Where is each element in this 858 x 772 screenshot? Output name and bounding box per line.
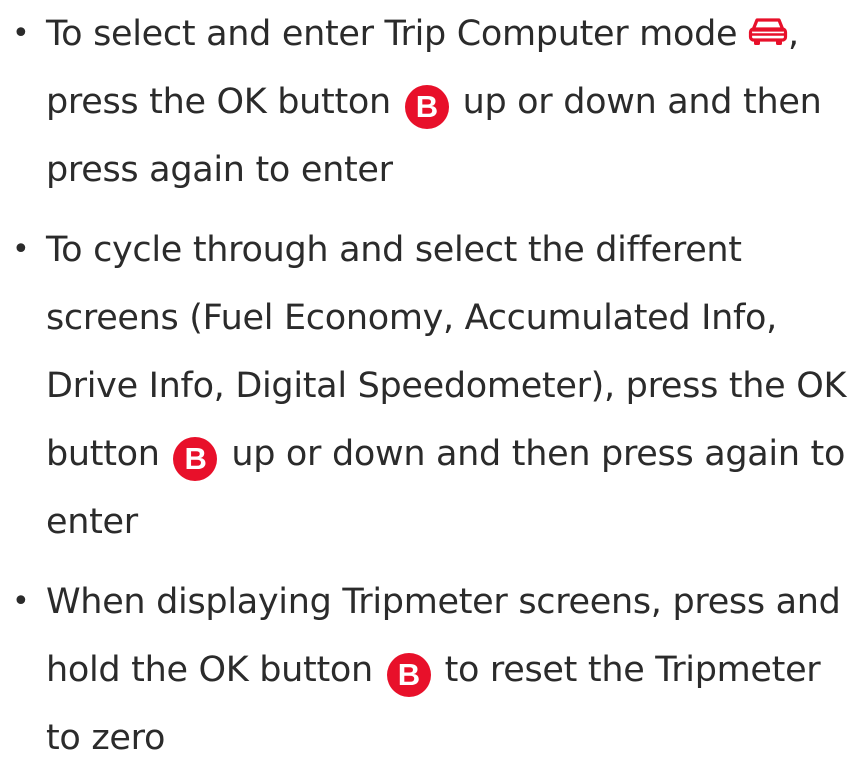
ok-button-b-icon: B [386, 653, 431, 697]
instruction-trip-computer-mode: • To select and enter Trip Computer mode… [0, 0, 858, 204]
bullet: • [12, 584, 30, 619]
instruction-list: • To select and enter Trip Computer mode… [0, 0, 858, 772]
instruction-reset-tripmeter: • When displaying Tripmeter screens, pre… [0, 568, 858, 772]
ok-button-b-icon: B [173, 437, 218, 481]
car-icon [748, 16, 788, 48]
instruction-text-start: To select and enter Trip Computer mode [46, 14, 738, 54]
bullet: • [12, 232, 30, 267]
ok-button-b-icon: B [404, 85, 449, 129]
bullet: • [12, 16, 30, 51]
instruction-text-end: up or down and then press again to enter [46, 434, 846, 542]
instruction-cycle-screens: • To cycle through and select the differ… [0, 216, 858, 556]
